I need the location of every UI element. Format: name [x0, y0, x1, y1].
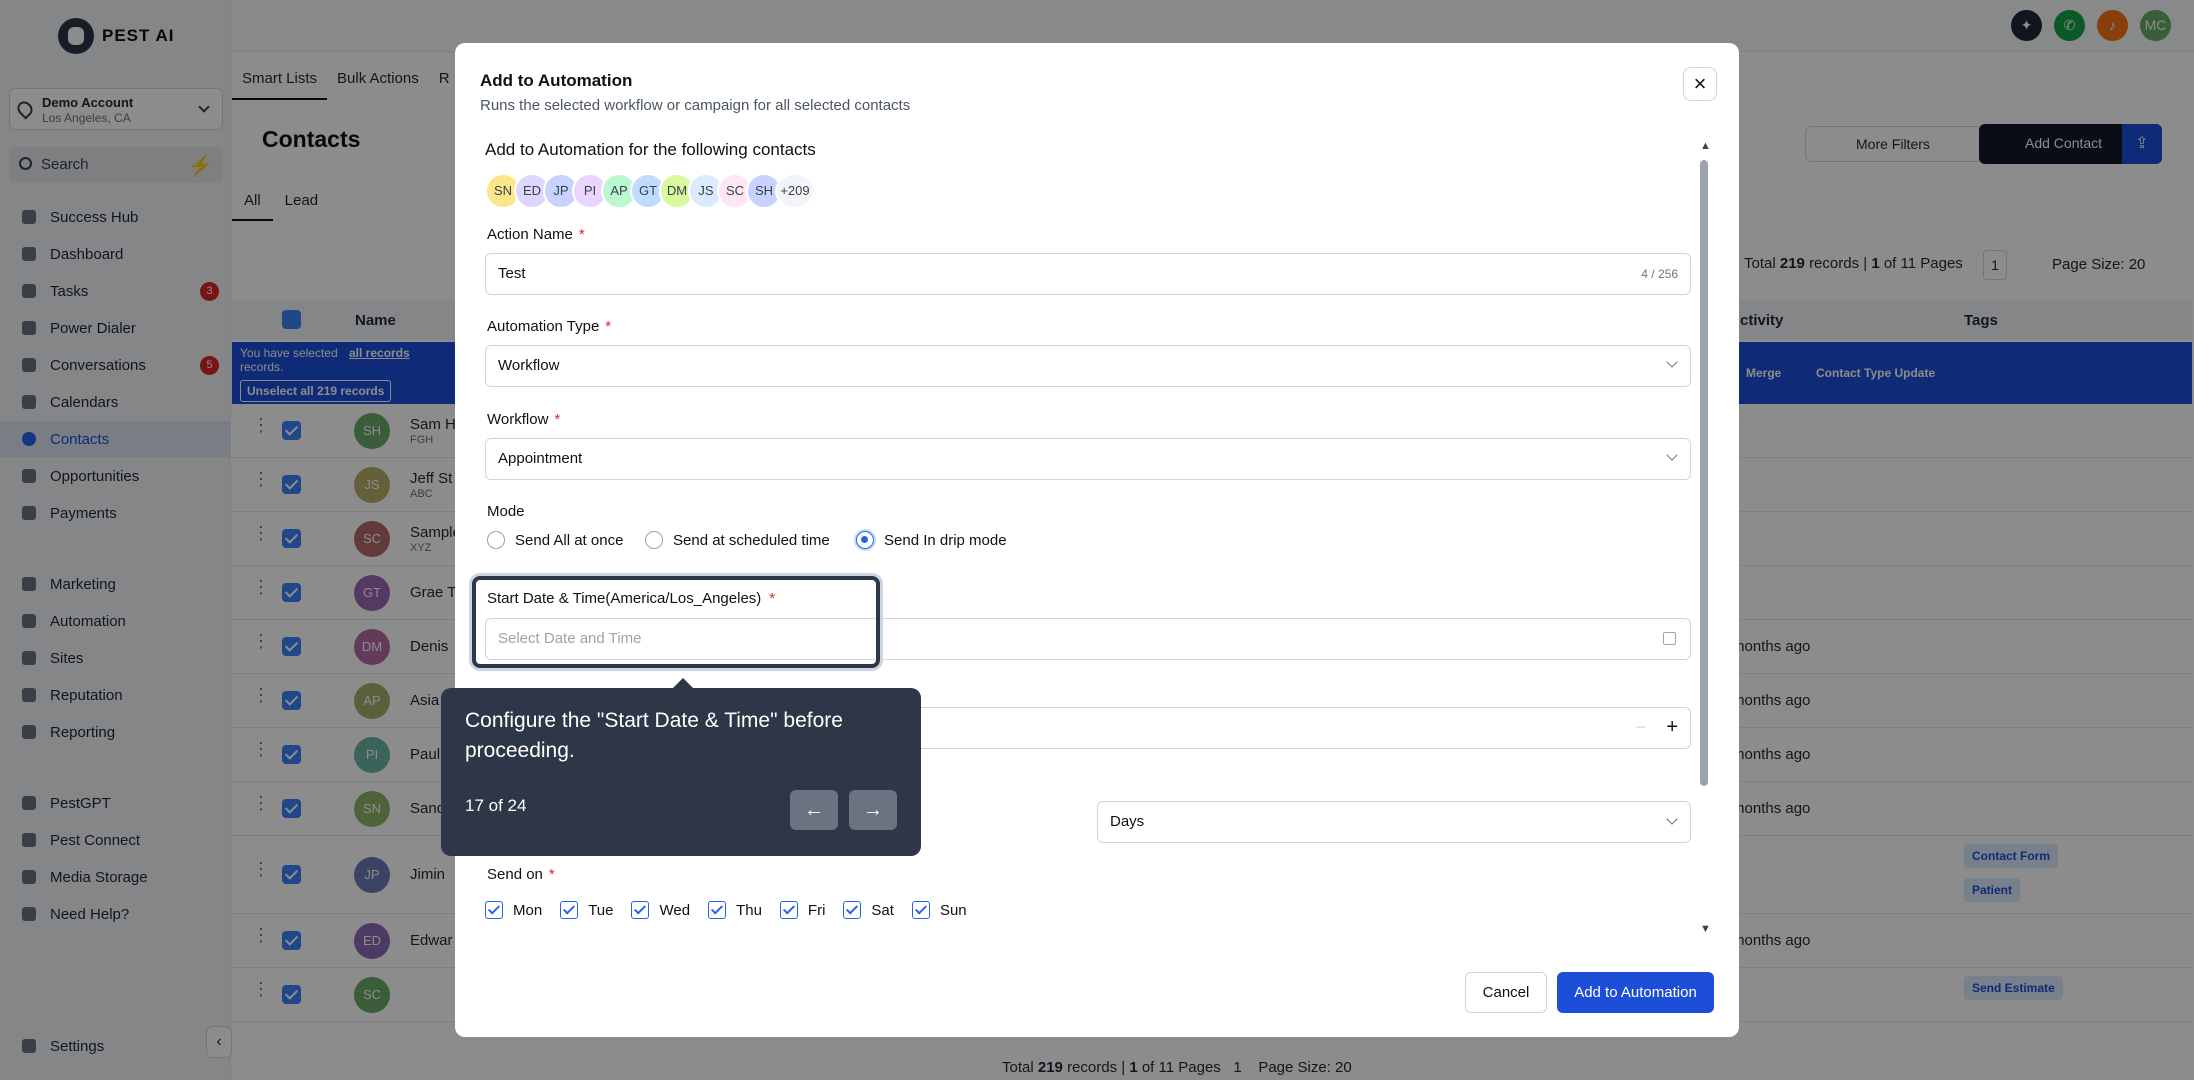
section-heading: Add to Automation for the following cont…: [485, 140, 816, 159]
label-text: Action Name: [487, 226, 573, 243]
radio-circle: [645, 531, 663, 549]
action-name-input[interactable]: Test 4 / 256: [485, 253, 1691, 295]
tooltip-next-button[interactable]: →: [849, 790, 897, 830]
tooltip-counter: 17 of 24: [465, 796, 527, 815]
workflow-label: Workflow *: [487, 411, 560, 428]
tour-highlight: [472, 576, 880, 668]
modal-scrollbar[interactable]: [1700, 160, 1708, 786]
required-marker: *: [578, 226, 585, 243]
checkbox-checked-icon: [708, 901, 727, 919]
arrow-left-icon: ←: [804, 799, 824, 821]
checkbox-checked-icon: [485, 901, 503, 919]
calendar-icon: [1663, 632, 1676, 645]
automation-type-value: Workflow: [498, 357, 560, 374]
send-on-label: Send on *: [487, 866, 555, 883]
workflow-value: Appointment: [498, 450, 583, 467]
day-checkbox-thu[interactable]: Thu: [708, 901, 762, 919]
modal-subtitle: Runs the selected workflow or campaign f…: [480, 97, 911, 114]
radio-label: Send In drip mode: [884, 531, 1007, 549]
day-label: Sun: [939, 901, 967, 919]
required-marker: *: [554, 411, 561, 428]
scroll-up-icon[interactable]: ▲: [1700, 140, 1711, 152]
workflow-select[interactable]: Appointment: [485, 438, 1691, 480]
mode-label: Mode: [487, 503, 525, 520]
day-checkbox-fri[interactable]: Fri: [779, 901, 826, 919]
chevron-down-icon: [1666, 356, 1678, 368]
required-marker: *: [605, 318, 612, 335]
contact-avatar: +209: [775, 173, 815, 209]
minus-icon[interactable]: −: [1635, 717, 1646, 738]
checkbox-checked-icon: [911, 901, 930, 919]
day-checkbox-sun[interactable]: Sun: [911, 901, 967, 919]
selected-contacts-avatars: SN ED JP PI AP GT DM JS SC SH +209: [485, 173, 825, 209]
action-name-label: Action Name *: [487, 226, 585, 243]
add-to-automation-button[interactable]: Add to Automation: [1557, 972, 1714, 1013]
radio-label: Send All at once: [515, 531, 624, 549]
label-text: Automation Type: [487, 318, 600, 335]
day-label: Mon: [513, 901, 543, 919]
chevron-down-icon: [1666, 813, 1678, 825]
mode-scheduled-radio[interactable]: Send at scheduled time: [645, 531, 830, 549]
day-label: Thu: [736, 901, 762, 919]
day-label: Fri: [807, 901, 826, 919]
send-on-days: Mon Tue Wed Thu Fri Sat Sun: [485, 901, 985, 919]
checkbox-checked-icon: [843, 901, 862, 919]
arrow-right-icon: →: [863, 799, 883, 821]
checkbox-checked-icon: [779, 901, 798, 919]
scroll-down-icon[interactable]: ▼: [1700, 923, 1711, 935]
automation-type-select[interactable]: Workflow: [485, 345, 1691, 387]
action-name-value: Test: [498, 265, 526, 282]
close-icon: ×: [1693, 71, 1707, 96]
label-text: Workflow: [487, 411, 549, 428]
close-button[interactable]: ×: [1683, 67, 1717, 101]
interval-unit-value: Days: [1110, 813, 1145, 830]
plus-icon[interactable]: +: [1666, 716, 1678, 739]
day-label: Wed: [659, 901, 691, 919]
day-checkbox-tue[interactable]: Tue: [560, 901, 613, 919]
day-label: Tue: [588, 901, 614, 919]
mode-drip-radio[interactable]: Send In drip mode: [856, 531, 1007, 549]
day-label: Sat: [871, 901, 894, 919]
interval-unit-select[interactable]: Days: [1097, 801, 1691, 843]
day-checkbox-sat[interactable]: Sat: [843, 901, 894, 919]
day-checkbox-wed[interactable]: Wed: [631, 901, 690, 919]
checkbox-checked-icon: [560, 901, 579, 919]
day-checkbox-mon[interactable]: Mon: [485, 901, 542, 919]
mode-send-all-radio[interactable]: Send All at once: [487, 531, 623, 549]
required-marker: *: [548, 866, 555, 883]
modal-title: Add to Automation: [480, 71, 633, 90]
char-count: 4 / 256: [1641, 267, 1678, 281]
cancel-button[interactable]: Cancel: [1465, 972, 1547, 1013]
radio-circle-selected: [856, 531, 874, 549]
label-text: Send on: [487, 866, 543, 883]
tour-tooltip: Configure the "Start Date & Time" before…: [441, 678, 921, 856]
add-to-automation-modal: Add to Automation Runs the selected work…: [455, 43, 1739, 1037]
chevron-down-icon: [1666, 449, 1678, 461]
tooltip-text: Configure the "Start Date & Time" before…: [465, 709, 843, 762]
radio-label: Send at scheduled time: [673, 531, 830, 549]
tooltip-prev-button[interactable]: ←: [790, 790, 838, 830]
automation-type-label: Automation Type *: [487, 318, 611, 335]
app-window: PEST AI Demo Account Los Angeles, CA Sea…: [0, 0, 2194, 1080]
radio-circle: [487, 531, 505, 549]
checkbox-checked-icon: [631, 901, 650, 919]
